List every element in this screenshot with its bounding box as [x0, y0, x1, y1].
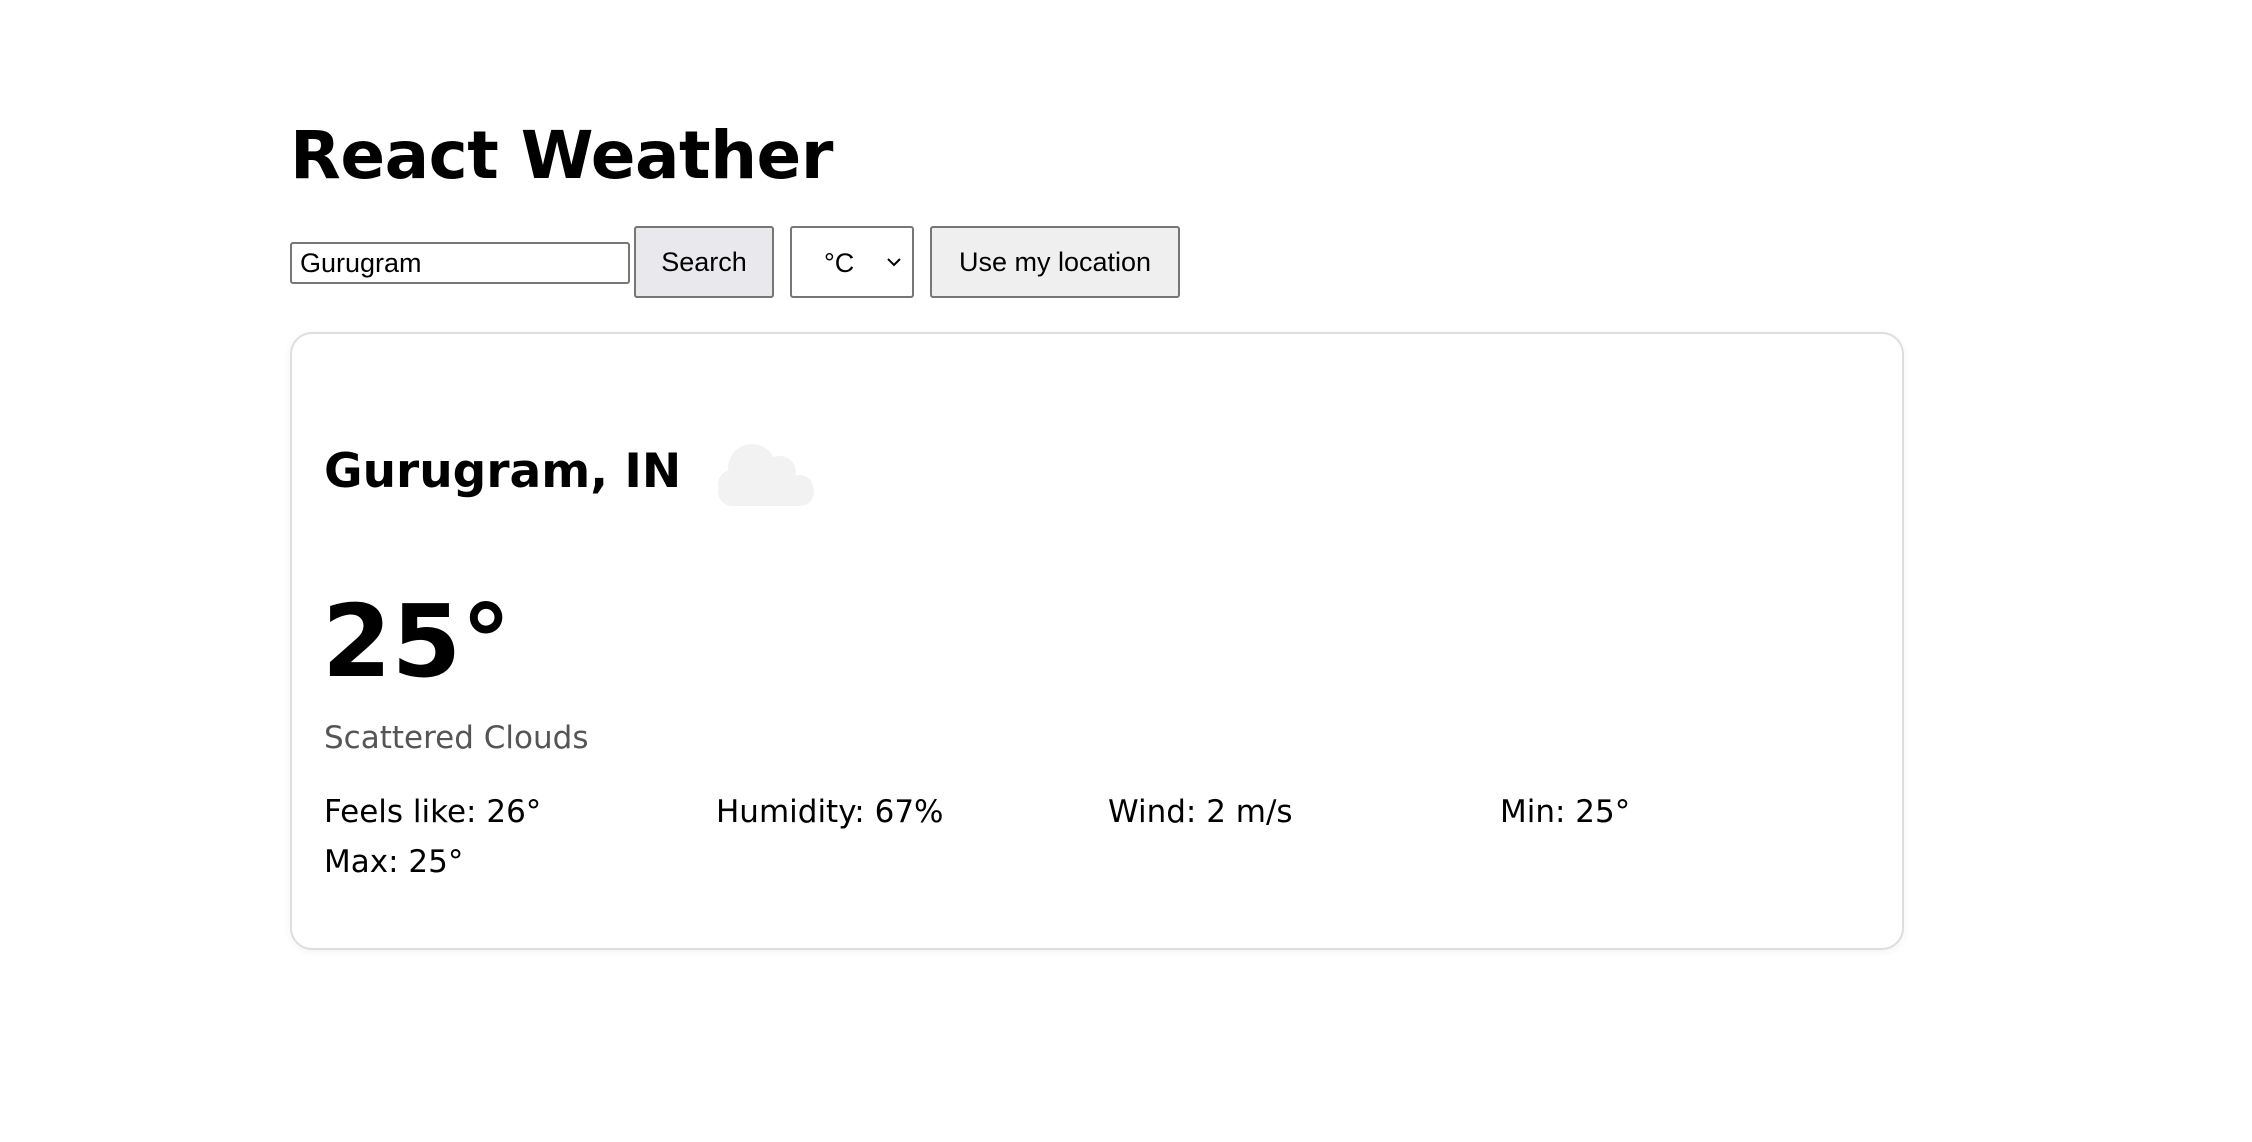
max-temperature-stat: Max: 25°: [324, 844, 464, 880]
cloud-icon: [718, 444, 814, 506]
location-name: Gurugram, IN: [324, 444, 682, 499]
use-my-location-button[interactable]: Use my location: [930, 226, 1180, 298]
wind-stat: Wind: 2 m/s: [1108, 794, 1293, 830]
weather-card: Gurugram, IN 25° Scattered Clouds Feels …: [290, 332, 1904, 950]
feels-like-stat: Feels like: 26°: [324, 794, 542, 830]
min-temperature-stat: Min: 25°: [1500, 794, 1631, 830]
unit-select[interactable]: °C: [790, 226, 914, 298]
search-controls: Search °C Use my location: [290, 226, 1490, 298]
city-search-input[interactable]: [290, 242, 630, 284]
page-title: React Weather: [290, 117, 833, 194]
search-button[interactable]: Search: [634, 226, 774, 298]
weather-description: Scattered Clouds: [324, 720, 589, 756]
current-temperature: 25°: [322, 583, 512, 700]
chevron-down-icon: [887, 258, 901, 267]
humidity-stat: Humidity: 67%: [716, 794, 944, 830]
unit-select-value: °C: [824, 248, 855, 278]
